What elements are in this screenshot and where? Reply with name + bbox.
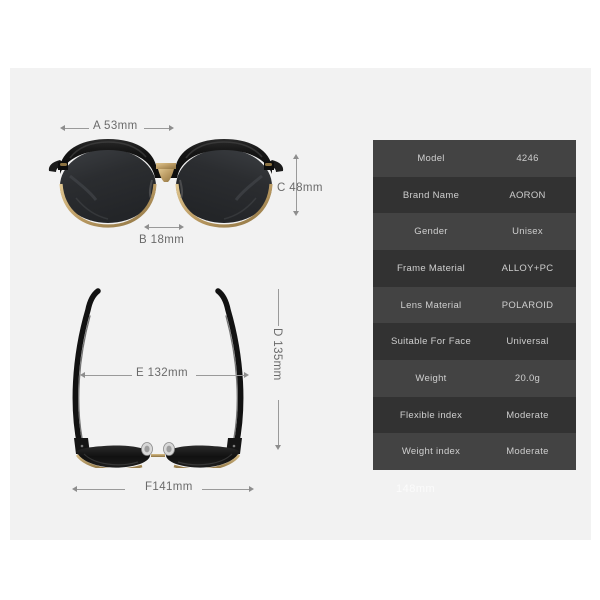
table-row: Model 4246 [373, 140, 576, 177]
dimension-label-a: A 53mm [93, 120, 138, 132]
dimension-label-f: F141mm [145, 481, 193, 493]
spec-value: 4246 [516, 152, 539, 164]
dimension-label-c: C 48mm [277, 182, 323, 194]
spec-value: AORON [509, 189, 546, 201]
arrow-right-f [249, 486, 254, 492]
arrow-right-b [179, 224, 184, 230]
spec-key: Weight index [401, 446, 461, 458]
table-row: Weight 20.0g [373, 360, 576, 397]
table-row: Frame Material ALLOY+PC [373, 250, 576, 287]
table-row: Brand Name AORON [373, 176, 576, 214]
arrow-down-d [275, 445, 281, 450]
line-f-right [202, 488, 249, 490]
specification-table: Model 4246 Brand Name AORON Gender Unise… [373, 140, 576, 471]
line-e-right [196, 374, 244, 376]
spec-key: Flexible index [399, 409, 463, 421]
line-f-left [77, 488, 125, 490]
spec-value: Moderate [506, 409, 549, 421]
sunglasses-front-view [46, 136, 286, 232]
arrow-down-c [293, 211, 299, 216]
spec-value: 20.0g [514, 372, 541, 384]
spec-key: Weight [415, 372, 447, 384]
dimension-label-d: D 135mm [271, 328, 283, 381]
table-row: Weight index Moderate [373, 433, 576, 471]
spec-key: Frame Material [396, 262, 466, 274]
spec-key: Model [417, 152, 445, 164]
line-d-top [277, 289, 279, 326]
line-a-right [144, 127, 169, 129]
spec-value: Unisex [512, 226, 543, 238]
product-spec-image: A 53mm B 18mm C 48mm D 135mm E 132mm F14 [0, 0, 600, 600]
spec-value: Moderate [506, 446, 549, 458]
line-b [148, 226, 180, 228]
spec-key: Lens Material [400, 299, 462, 311]
spec-value: Universal [506, 336, 549, 348]
spec-key: Suitable For Face [390, 336, 472, 348]
spec-key: Gender [414, 226, 448, 238]
watermark-text: 148mm [396, 483, 436, 495]
table-row: Gender Unisex [373, 213, 576, 251]
spec-value: ALLOY+PC [501, 262, 554, 274]
arrow-right-a [169, 125, 174, 131]
line-d-bottom [277, 400, 279, 445]
arrow-right-e [244, 372, 249, 378]
line-e-left [85, 374, 132, 376]
dimension-label-e: E 132mm [136, 367, 189, 379]
spec-key: Brand Name [402, 189, 460, 201]
line-a-left [65, 127, 89, 129]
table-row: Flexible index Moderate [373, 396, 576, 434]
table-row: Suitable For Face Universal [373, 323, 576, 361]
spec-value: POLAROID [501, 299, 554, 311]
dimension-label-b: B 18mm [139, 234, 185, 246]
table-row: Lens Material POLAROID [373, 286, 576, 324]
